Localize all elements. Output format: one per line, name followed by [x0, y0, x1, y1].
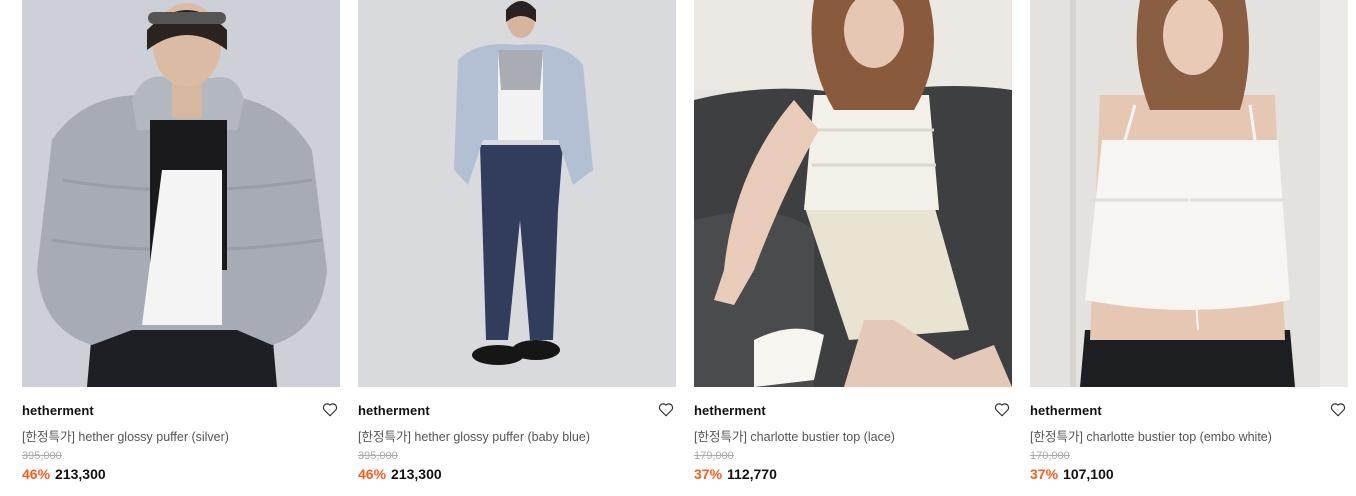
product-grid: hetherment [한정특가] hether glossy puffer (… — [22, 0, 1348, 496]
original-price: 395,000 — [22, 450, 62, 462]
sale-price: 213,300 — [55, 466, 106, 482]
product-image[interactable] — [1030, 0, 1348, 387]
product-card[interactable]: hetherment [한정특가] charlotte bustier top … — [1030, 0, 1348, 496]
product-image[interactable] — [358, 0, 676, 387]
product-card[interactable]: hetherment [한정특가] hether glossy puffer (… — [22, 0, 340, 496]
discount-rate: 46% — [22, 466, 51, 482]
discount-rate: 37% — [1030, 466, 1059, 482]
original-price: 179,000 — [694, 450, 734, 462]
heart-outline-icon[interactable] — [321, 400, 339, 418]
sale-price: 107,100 — [1063, 466, 1114, 482]
sale-price: 213,300 — [391, 466, 442, 482]
product-image[interactable] — [22, 0, 340, 387]
heart-outline-icon[interactable] — [657, 400, 675, 418]
product-name[interactable]: [한정특가] charlotte bustier top (lace) — [694, 426, 895, 445]
heart-outline-icon[interactable] — [1329, 400, 1347, 418]
brand-name[interactable]: hetherment — [358, 403, 430, 418]
original-price: 395,000 — [358, 450, 398, 462]
price-row: 46% 213,300 — [22, 466, 106, 482]
brand-name[interactable]: hetherment — [22, 403, 94, 418]
price-row: 46% 213,300 — [358, 466, 442, 482]
product-name[interactable]: [한정특가] hether glossy puffer (baby blue) — [358, 426, 590, 445]
discount-rate: 46% — [358, 466, 387, 482]
sale-price: 112,770 — [727, 466, 777, 482]
price-row: 37% 107,100 — [1030, 466, 1114, 482]
heart-outline-icon[interactable] — [993, 400, 1011, 418]
original-price: 170,000 — [1030, 450, 1070, 462]
brand-name[interactable]: hetherment — [1030, 403, 1102, 418]
discount-rate: 37% — [694, 466, 723, 482]
product-image[interactable] — [694, 0, 1012, 387]
product-card[interactable]: hetherment [한정특가] hether glossy puffer (… — [358, 0, 676, 496]
price-row: 37% 112,770 — [694, 466, 777, 482]
brand-name[interactable]: hetherment — [694, 403, 766, 418]
product-card[interactable]: hetherment [한정특가] charlotte bustier top … — [694, 0, 1012, 496]
product-name[interactable]: [한정특가] hether glossy puffer (silver) — [22, 426, 229, 445]
product-name[interactable]: [한정특가] charlotte bustier top (embo white… — [1030, 426, 1272, 445]
